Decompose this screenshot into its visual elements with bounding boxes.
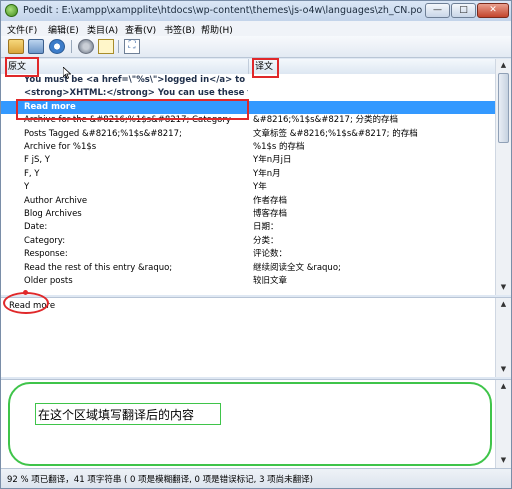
column-divider[interactable]: [248, 59, 249, 74]
row-translation-text: 较旧文章: [253, 276, 288, 286]
row-source-text: Posts Tagged &#8216;%1$s&#8217;: [24, 128, 182, 139]
list-row[interactable]: Date: 日期：: [1, 221, 495, 234]
row-source-text: You must be <a href=\"%s\">logged in</a>…: [24, 75, 248, 85]
row-source-text: Author Archive: [24, 195, 88, 206]
row-source-text: Blog Archives: [24, 209, 82, 219]
scroll-up-icon[interactable]: ▲: [498, 60, 509, 71]
list-scroll-thumb[interactable]: [498, 73, 509, 143]
row-translation-text: 博客存档: [253, 209, 288, 219]
row-translation-text: Y年n月j日: [253, 155, 292, 166]
scroll-down-icon[interactable]: ▼: [498, 282, 509, 293]
list-row[interactable]: Read the rest of this entry &raquo; 继续阅读全…: [1, 262, 495, 275]
status-bar: 92 % 项已翻译，41 项字符串 ( 0 项是模糊翻译, 0 项是错误标记, …: [1, 468, 511, 488]
status-text: 92 % 项已翻译，41 项字符串 ( 0 项是模糊翻译, 0 项是错误标记, …: [7, 475, 313, 485]
open-icon[interactable]: [8, 39, 24, 54]
row-translation-text: 继续阅读全文 &raquo;: [253, 262, 341, 273]
row-translation-text: 作者存档: [253, 195, 288, 206]
annotation-source-text-oval: [3, 292, 49, 314]
window-title: Poedit : E:\xampp\xampplite\htdocs\wp-co…: [23, 5, 423, 16]
row-source-text: Response:: [24, 249, 68, 260]
list-header: 原文 译文: [1, 59, 495, 75]
menu-bar: 文件(F) 编辑(E) 类目(A) 查看(V) 书签(B) 帮助(H): [1, 21, 511, 36]
translation-scrollbar[interactable]: ▲ ▼: [495, 380, 511, 468]
update-catalog-icon[interactable]: [49, 39, 65, 54]
row-translation-text: 日期：: [253, 222, 279, 233]
list-row[interactable]: F jS, Y Y年n月j日: [1, 154, 495, 167]
save-icon[interactable]: [28, 39, 44, 54]
menu-bookmarks[interactable]: 书签(B): [164, 23, 195, 36]
row-source-text: Read the rest of this entry &raquo;: [24, 262, 173, 273]
toolbar-separator: [71, 40, 72, 53]
row-translation-text: Y年n月: [253, 168, 281, 179]
row-source-text: Archive for %1$s: [24, 142, 97, 152]
row-source-text: F, Y: [24, 168, 40, 179]
list-row[interactable]: Y Y年: [1, 181, 495, 194]
list-row[interactable]: Author Archive 作者存档: [1, 195, 495, 208]
annotation-translation-header-box: [252, 58, 279, 78]
poedit-window: Poedit : E:\xampp\xampplite\htdocs\wp-co…: [0, 0, 512, 489]
toolbar: ⛶: [1, 36, 511, 58]
minimize-button[interactable]: —: [425, 3, 450, 18]
row-source-text: Older posts: [24, 276, 73, 286]
row-translation-text: 评论数：: [253, 249, 288, 260]
annotation-source-header-box: [5, 57, 39, 77]
fullscreen-icon[interactable]: ⛶: [124, 39, 140, 54]
menu-help[interactable]: 帮助(H): [201, 23, 233, 36]
row-translation-text: %1$s 的存档: [253, 142, 305, 152]
row-translation-text: 文章标签 &#8216;%1$s&#8217; 的存档: [253, 128, 418, 139]
list-row[interactable]: Archive for %1$s %1$s 的存档: [1, 141, 495, 154]
menu-catalog[interactable]: 类目(A): [87, 23, 118, 36]
list-row[interactable]: F, Y Y年n月: [1, 168, 495, 181]
list-row[interactable]: You must be <a href=\"%s\">logged in</a>…: [1, 74, 495, 87]
menu-file[interactable]: 文件(F): [7, 23, 37, 36]
row-translation-text: 分类：: [253, 235, 279, 246]
list-row[interactable]: Blog Archives 博客存档: [1, 208, 495, 221]
scroll-up-icon[interactable]: ▲: [498, 381, 509, 392]
list-row[interactable]: Posts Tagged &#8216;%1$s&#8217; 文章标签 &#82…: [1, 128, 495, 141]
list-scrollbar[interactable]: ▲ ▼: [495, 59, 511, 295]
row-source-text: F jS, Y: [24, 155, 50, 166]
close-button[interactable]: ✕: [477, 3, 509, 18]
poedit-app-icon: [5, 4, 18, 17]
scroll-down-icon[interactable]: ▼: [498, 455, 509, 466]
comment-icon[interactable]: [98, 39, 114, 54]
maximize-button[interactable]: □: [451, 3, 476, 18]
annotation-hint-text: 在这个区域填写翻译后的内容: [38, 408, 195, 422]
list-row[interactable]: Older posts 较旧文章: [1, 275, 495, 288]
scroll-up-icon[interactable]: ▲: [498, 299, 509, 310]
menu-view[interactable]: 查看(V): [125, 23, 156, 36]
list-row[interactable]: Response: 评论数：: [1, 248, 495, 261]
mouse-cursor-icon: [63, 67, 71, 79]
title-bar[interactable]: Poedit : E:\xampp\xampplite\htdocs\wp-co…: [1, 1, 511, 21]
annotation-selected-row-box: [16, 99, 249, 120]
toolbar-separator: [118, 40, 119, 53]
catalog-settings-icon[interactable]: [78, 39, 94, 54]
list-row[interactable]: Category: 分类：: [1, 235, 495, 248]
source-text-pane: Read more ▲ ▼: [1, 297, 511, 377]
row-source-text: Date:: [24, 222, 48, 233]
row-translation-text: Y年: [253, 182, 267, 193]
scroll-down-icon[interactable]: ▼: [498, 364, 509, 375]
row-source-text: Y: [24, 182, 30, 193]
row-source-text: Category:: [24, 235, 66, 246]
annotation-red-dot: [23, 290, 28, 295]
menu-edit[interactable]: 编辑(E): [48, 23, 79, 36]
row-translation-text: &#8216;%1$s&#8217; 分类的存档: [253, 115, 399, 126]
source-scrollbar[interactable]: ▲ ▼: [495, 298, 511, 377]
